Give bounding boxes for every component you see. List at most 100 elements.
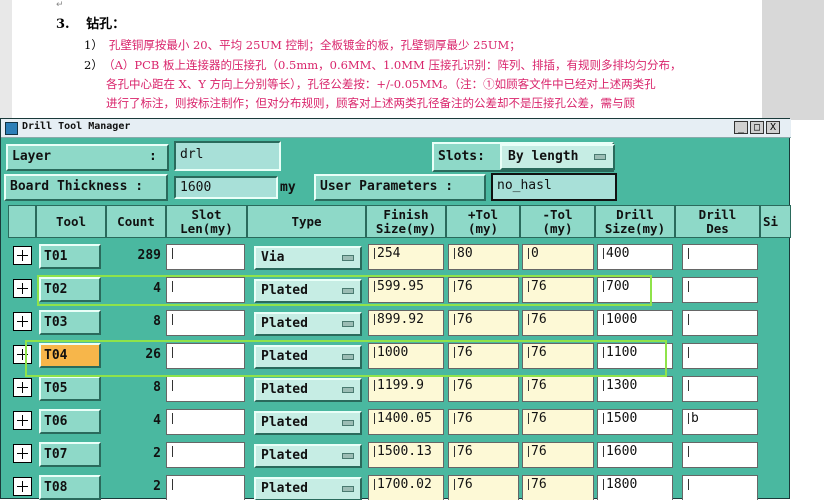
slot-len-input[interactable]: [166, 442, 245, 468]
plus-tol-input[interactable]: 76: [448, 310, 519, 336]
tool-button[interactable]: T01: [39, 244, 101, 269]
minus-tol-input[interactable]: 76: [522, 409, 594, 435]
layer-field[interactable]: drl: [174, 141, 281, 171]
slot-len-input[interactable]: [166, 376, 245, 402]
type-value: Plated: [261, 382, 308, 397]
expand-plus-icon[interactable]: [13, 477, 32, 496]
type-dropdown[interactable]: Plated: [254, 411, 362, 435]
minus-tol-input[interactable]: 0: [522, 244, 594, 270]
text-cursor-icon: [688, 281, 689, 292]
drill-des-input[interactable]: [682, 376, 758, 402]
table-header-drill-des[interactable]: Drill Des: [675, 205, 760, 238]
table-header-plus-tol[interactable]: +Tol (my): [446, 205, 520, 238]
drill-des-input[interactable]: [682, 442, 758, 468]
plus-tol-input-value: 76: [457, 444, 473, 459]
drill-des-input[interactable]: b: [682, 409, 758, 435]
expand-plus-icon[interactable]: [13, 444, 32, 463]
board-thickness-field[interactable]: 1600: [174, 176, 278, 199]
drill-des-input[interactable]: [682, 475, 758, 500]
expand-plus-icon[interactable]: [13, 411, 32, 430]
maximize-button[interactable]: □: [750, 121, 764, 134]
text-cursor-icon: [172, 446, 173, 457]
table-header-count[interactable]: Count: [106, 205, 166, 238]
text-cursor-icon: [454, 479, 455, 490]
finish-size-input[interactable]: 899.92: [368, 310, 444, 336]
drill-size-input[interactable]: 400: [597, 244, 673, 270]
drill-des-input[interactable]: [682, 244, 758, 270]
plus-tol-input[interactable]: 76: [448, 409, 519, 435]
plus-tol-input[interactable]: 76: [448, 376, 519, 402]
minus-tol-input[interactable]: 76: [522, 442, 594, 468]
drill-des-input[interactable]: [682, 310, 758, 336]
drill-size-input-value: 1800: [606, 477, 638, 492]
type-dropdown[interactable]: Via: [254, 246, 362, 270]
minus-tol-input[interactable]: 76: [522, 376, 594, 402]
text-cursor-icon: [374, 248, 375, 259]
drill-size-input[interactable]: 1300: [597, 376, 673, 402]
minus-tol-input[interactable]: 76: [522, 475, 594, 500]
tool-button[interactable]: T08: [39, 475, 101, 500]
drill-size-input-value: 400: [606, 246, 630, 261]
text-cursor-icon: [374, 413, 375, 424]
doc-line-2: 2） （A）PCB 板上连接器的压接孔（0.5mm，0.6MM、1.0MM 压接孔…: [84, 57, 681, 73]
type-dropdown[interactable]: Plated: [254, 312, 362, 336]
drill-des-input[interactable]: [682, 277, 758, 303]
type-dropdown[interactable]: Plated: [254, 477, 362, 500]
drill-size-input[interactable]: 1500: [597, 409, 673, 435]
slots-label-text: Slots:: [438, 149, 485, 164]
finish-size-input[interactable]: 1400.05: [368, 409, 444, 435]
minus-tol-input[interactable]: 76: [522, 310, 594, 336]
text-cursor-icon: [688, 479, 689, 490]
count-value: 8: [153, 314, 161, 329]
finish-size-input[interactable]: 254: [368, 244, 444, 270]
table-header-type[interactable]: Type: [247, 205, 366, 238]
user-parameters-field[interactable]: no_hasl: [491, 173, 617, 201]
title-bar[interactable]: Drill Tool Manager _ □ X: [1, 119, 791, 138]
table-header-finish-size[interactable]: Finish Size(my): [366, 205, 446, 238]
minimize-button[interactable]: _: [734, 121, 748, 134]
slot-len-input[interactable]: [166, 409, 245, 435]
plus-tol-input-value: 76: [457, 378, 473, 393]
text-cursor-icon: [603, 248, 604, 259]
finish-size-input[interactable]: 1500.13: [368, 442, 444, 468]
text-cursor-icon: [603, 380, 604, 391]
plus-tol-input[interactable]: 80: [448, 244, 519, 270]
expand-plus-icon[interactable]: [13, 279, 32, 298]
table-header-minus-tol[interactable]: -Tol (my): [520, 205, 595, 238]
table-header-tool[interactable]: Tool: [36, 205, 106, 238]
table-header-drill-size[interactable]: Drill Size(my): [595, 205, 675, 238]
tool-button[interactable]: T06: [39, 409, 101, 434]
table-header-size-truncated[interactable]: Si: [760, 205, 791, 238]
slot-len-input[interactable]: [166, 475, 245, 500]
finish-size-input[interactable]: 1199.9: [368, 376, 444, 402]
count-value: 8: [153, 380, 161, 395]
chevron-down-icon: [342, 321, 354, 327]
expand-plus-icon[interactable]: [13, 312, 32, 331]
tool-button[interactable]: T05: [39, 376, 101, 401]
text-cursor-icon: [603, 479, 604, 490]
close-button[interactable]: X: [766, 121, 780, 134]
drill-size-input[interactable]: 1800: [597, 475, 673, 500]
type-dropdown[interactable]: Plated: [254, 378, 362, 402]
slots-dropdown[interactable]: By length: [500, 144, 615, 170]
plus-tol-input[interactable]: 76: [448, 442, 519, 468]
text-cursor-icon: [688, 314, 689, 325]
drill-size-input[interactable]: 1000: [597, 310, 673, 336]
doc-heading-text: 钻孔：: [86, 17, 126, 32]
finish-size-input-value: 1400.05: [377, 411, 432, 426]
drill-des-input[interactable]: [682, 343, 758, 369]
expand-plus-icon[interactable]: [13, 378, 32, 397]
expand-plus-icon[interactable]: [13, 246, 32, 265]
table-header-slot-len[interactable]: Slot Len(my): [166, 205, 247, 238]
highlight-box-t04: [25, 340, 667, 377]
slot-len-input[interactable]: [166, 244, 245, 270]
plus-tol-input-value: 76: [457, 312, 473, 327]
tool-button[interactable]: T07: [39, 442, 101, 467]
type-dropdown[interactable]: Plated: [254, 444, 362, 468]
tool-button[interactable]: T03: [39, 310, 101, 335]
finish-size-input[interactable]: 1700.02: [368, 475, 444, 500]
slot-len-input[interactable]: [166, 310, 245, 336]
drill-size-input[interactable]: 1600: [597, 442, 673, 468]
finish-size-input-value: 1500.13: [377, 444, 432, 459]
plus-tol-input[interactable]: 76: [448, 475, 519, 500]
